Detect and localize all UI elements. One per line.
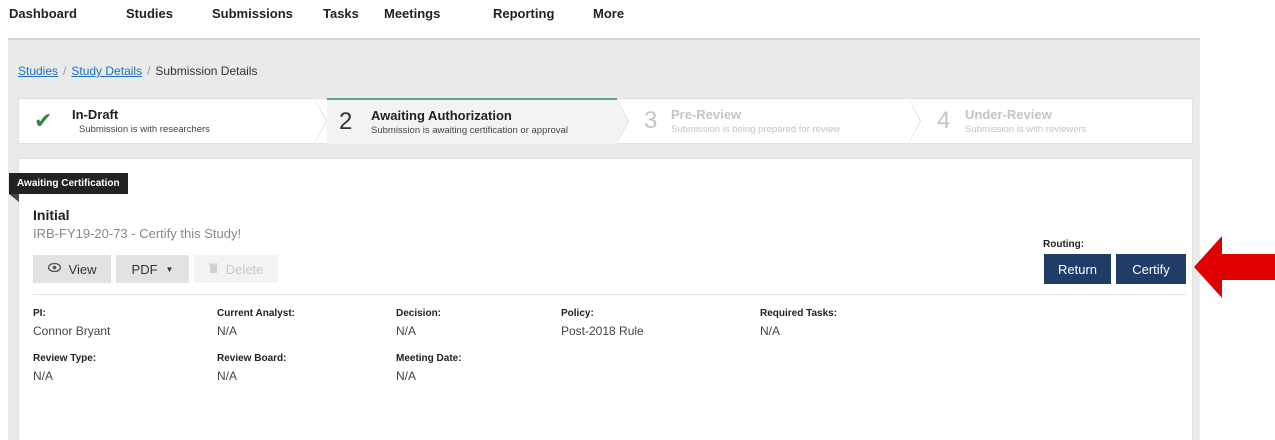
breadcrumb-studies[interactable]: Studies: [18, 64, 58, 78]
step-number: 2: [339, 108, 353, 135]
step-title: In-Draft: [72, 107, 119, 122]
nav-reporting[interactable]: Reporting: [493, 6, 554, 21]
field-review-type: Review Type: N/A: [33, 353, 96, 383]
breadcrumb: Studies / Study Details / Submission Details: [18, 64, 257, 78]
caret-down-icon: ▼: [165, 264, 174, 274]
field-value: N/A: [33, 369, 54, 383]
step-subtitle: Submission is with reviewers: [965, 124, 1087, 135]
field-value: N/A: [217, 324, 238, 338]
pdf-button-label: PDF: [131, 261, 158, 277]
field-value: Post-2018 Rule: [561, 324, 644, 338]
field-current-analyst: Current Analyst: N/A: [217, 308, 295, 338]
field-value: N/A: [396, 369, 417, 383]
field-policy: Policy: Post-2018 Rule: [561, 308, 644, 338]
breadcrumb-current: Submission Details: [155, 64, 258, 78]
badge-tail: [9, 194, 19, 202]
field-pi: PI: Connor Bryant: [33, 308, 110, 338]
field-label: Policy:: [561, 308, 594, 319]
step-title: Under-Review: [965, 107, 1052, 122]
nav-dashboard[interactable]: Dashboard: [9, 6, 77, 21]
step-subtitle: Submission is being prepared for review: [671, 124, 840, 135]
routing-label: Routing:: [1043, 239, 1085, 250]
nav-tasks[interactable]: Tasks: [323, 6, 359, 21]
top-nav: Dashboard Studies Submissions Tasks Meet…: [0, 0, 1275, 28]
step-under-review: 4 Under-Review Submission is with review…: [922, 99, 1192, 143]
field-value: N/A: [760, 324, 781, 338]
field-value: N/A: [217, 369, 238, 383]
step-in-draft: ✔ In-Draft Submission is with researcher…: [19, 99, 315, 143]
eye-icon: [47, 262, 61, 275]
submission-card: Awaiting Certification Initial IRB-FY19-…: [9, 158, 1193, 440]
field-value: Connor Bryant: [33, 324, 111, 338]
pdf-dropdown-button[interactable]: PDF ▼: [116, 255, 189, 283]
field-label: Review Type:: [33, 353, 97, 364]
trash-icon: [208, 263, 218, 276]
view-button[interactable]: View: [33, 255, 111, 283]
field-review-board: Review Board: N/A: [217, 353, 286, 383]
breadcrumb-separator: /: [63, 64, 67, 78]
delete-button[interactable]: Delete: [194, 255, 278, 283]
field-label: Required Tasks:: [760, 308, 838, 319]
step-subtitle: Submission is awaiting certification or …: [371, 125, 568, 136]
field-decision: Decision: N/A: [396, 308, 441, 338]
field-label: Review Board:: [217, 353, 287, 364]
breadcrumb-separator: /: [147, 64, 151, 78]
breadcrumb-study-details[interactable]: Study Details: [71, 64, 142, 78]
field-label: Decision:: [396, 308, 442, 319]
field-label: Current Analyst:: [217, 308, 295, 319]
return-button[interactable]: Return: [1044, 254, 1111, 284]
step-divider-icon: [617, 100, 628, 142]
submission-identifier: IRB-FY19-20-73 - Certify this Study!: [33, 226, 242, 241]
field-meeting-date: Meeting Date: N/A: [396, 353, 462, 383]
workflow-stepper: ✔ In-Draft Submission is with researcher…: [18, 98, 1193, 144]
field-value: N/A: [396, 324, 417, 338]
step-title: Pre-Review: [671, 107, 742, 122]
certify-button[interactable]: Certify: [1116, 254, 1186, 284]
field-required-tasks: Required Tasks: N/A: [760, 308, 837, 338]
field-label: PI:: [33, 308, 46, 319]
nav-meetings[interactable]: Meetings: [384, 6, 440, 21]
delete-button-label: Delete: [225, 261, 264, 277]
step-divider-icon: [909, 100, 920, 142]
step-number: 4: [937, 107, 951, 134]
step-number: 3: [644, 107, 658, 134]
field-label: Meeting Date:: [396, 353, 462, 364]
submission-title: Initial: [33, 207, 70, 223]
step-awaiting-authorization: 2 Awaiting Authorization Submission is a…: [327, 98, 617, 144]
view-button-label: View: [68, 261, 97, 277]
nav-more[interactable]: More: [593, 6, 624, 21]
step-divider-icon: [315, 100, 326, 142]
step-subtitle: Submission is with researchers: [79, 124, 210, 135]
step-pre-review: 3 Pre-Review Submission is being prepare…: [629, 99, 909, 143]
nav-studies[interactable]: Studies: [126, 6, 173, 21]
check-icon: ✔: [34, 108, 53, 133]
step-title: Awaiting Authorization: [371, 108, 512, 123]
divider: [33, 294, 1186, 295]
nav-submissions[interactable]: Submissions: [212, 6, 293, 21]
content-area: Studies / Study Details / Submission Details…: [8, 38, 1200, 440]
red-arrow-annotation-icon: [1194, 236, 1275, 298]
status-badge: Awaiting Certification: [9, 173, 128, 194]
